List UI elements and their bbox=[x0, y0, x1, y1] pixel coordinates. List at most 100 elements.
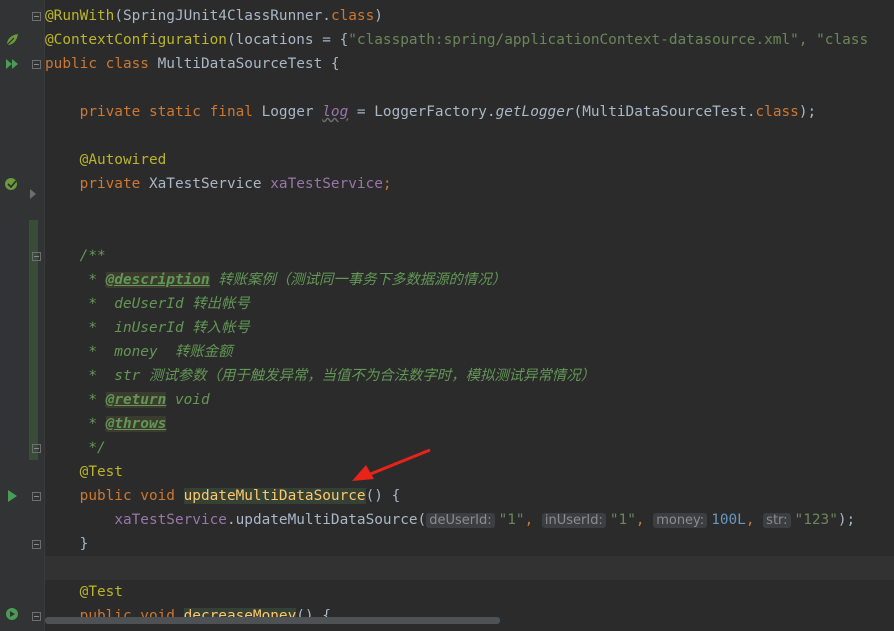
string-literal: "123" bbox=[794, 512, 838, 528]
end: ); bbox=[837, 512, 856, 528]
param: locations = bbox=[235, 32, 340, 48]
autowired-bean-icon[interactable] bbox=[4, 176, 20, 192]
code-line: } bbox=[45, 532, 894, 556]
doc-comment: */ bbox=[79, 440, 106, 456]
code-line: * money 转账金额 bbox=[45, 340, 894, 364]
semicolon: ; bbox=[382, 176, 392, 192]
code-line: public void updateMultiDataSource() { bbox=[45, 484, 894, 508]
code-line: xaTestService.updateMultiDataSource(deUs… bbox=[45, 508, 894, 532]
method-name[interactable]: updateMultiDataSource bbox=[183, 488, 366, 504]
brace: { bbox=[339, 32, 349, 48]
param-hint: str: bbox=[763, 513, 791, 528]
doc-comment: * bbox=[79, 272, 106, 288]
string-literal: , "class bbox=[798, 32, 869, 48]
code-line: * @throws bbox=[45, 412, 894, 436]
horizontal-scrollbar[interactable] bbox=[45, 617, 500, 624]
code-line: public void decreaseMoney() { bbox=[45, 604, 894, 628]
type: XaTestService bbox=[148, 176, 271, 192]
fold-icon[interactable] bbox=[32, 492, 41, 501]
run-test-icon[interactable] bbox=[4, 488, 20, 504]
annotation: @Test bbox=[79, 464, 123, 480]
doc-comment: * deUserId 转出帐号 bbox=[79, 296, 250, 312]
comma: , bbox=[524, 512, 542, 528]
args: (MultiDataSourceTest. bbox=[573, 104, 756, 120]
keyword: public bbox=[45, 56, 106, 72]
code-line: private static final Logger log = Logger… bbox=[45, 100, 894, 124]
code-line: * @return void bbox=[45, 388, 894, 412]
paren: ( bbox=[114, 8, 123, 24]
expand-arrow-icon[interactable] bbox=[28, 188, 38, 200]
code-line: @Test bbox=[45, 580, 894, 604]
param-hint: money: bbox=[653, 513, 708, 528]
code-line: @Test bbox=[45, 460, 894, 484]
dot: . bbox=[322, 8, 331, 24]
doc-comment: * inUserId 转入帐号 bbox=[79, 320, 250, 336]
run-test-debug-icon[interactable] bbox=[4, 606, 20, 622]
annotation: @Autowired bbox=[79, 152, 167, 168]
code-editor[interactable]: @RunWith(SpringJUnit4ClassRunner.class) … bbox=[45, 4, 894, 628]
doc-comment: void bbox=[166, 392, 210, 408]
keyword: private static final bbox=[79, 104, 262, 120]
type: Logger bbox=[261, 104, 323, 120]
fold-icon[interactable] bbox=[32, 60, 41, 69]
doc-tag: @throws bbox=[105, 416, 167, 432]
method-call: .updateMultiDataSource( bbox=[226, 512, 427, 528]
paren: ( bbox=[226, 32, 236, 48]
code-line: */ bbox=[45, 436, 894, 460]
string-literal: "classpath:spring/applicationContext-dat… bbox=[348, 32, 799, 48]
string-literal: "1" bbox=[609, 512, 636, 528]
keyword: class bbox=[105, 56, 158, 72]
comma: , bbox=[635, 512, 654, 528]
param-hint: inUserId: bbox=[541, 513, 606, 528]
keyword: public void bbox=[79, 488, 184, 504]
doc-tag: @return bbox=[105, 392, 167, 408]
method-rest: () { bbox=[365, 488, 401, 504]
run-class-icon[interactable] bbox=[4, 56, 20, 72]
string-literal: "1" bbox=[498, 512, 525, 528]
doc-comment: /** bbox=[79, 248, 106, 264]
code-line: @RunWith(SpringJUnit4ClassRunner.class) bbox=[45, 4, 894, 28]
red-arrow-icon bbox=[352, 448, 431, 481]
code-line: @Autowired bbox=[45, 148, 894, 172]
paren: ) bbox=[374, 8, 383, 24]
code-line: * inUserId 转入帐号 bbox=[45, 316, 894, 340]
method-call: getLogger bbox=[495, 104, 574, 120]
fold-icon[interactable] bbox=[32, 540, 41, 549]
spring-bean-icon[interactable] bbox=[4, 32, 20, 48]
doc-comment: * bbox=[79, 392, 106, 408]
annotation: @ContextConfiguration bbox=[45, 32, 227, 48]
fold-icon[interactable] bbox=[32, 252, 41, 261]
code-line: * @description 转账案例（测试同一事务下多数据源的情况） bbox=[45, 268, 894, 292]
code-line: public class MultiDataSourceTest { bbox=[45, 52, 894, 76]
code-line: * deUserId 转出帐号 bbox=[45, 292, 894, 316]
doc-comment: * bbox=[79, 416, 106, 432]
keyword: private bbox=[79, 176, 149, 192]
doc-comment: * money 转账金额 bbox=[79, 344, 233, 360]
static-field: log bbox=[322, 104, 349, 120]
doc-comment: * str 测试参数（用于触发异常，当值不为合法数字时，模拟测试异常情况） bbox=[79, 368, 596, 384]
annotation: @RunWith bbox=[45, 8, 115, 24]
end: ); bbox=[798, 104, 817, 120]
doc-tag: @description bbox=[105, 272, 210, 288]
field: xaTestService bbox=[114, 512, 227, 528]
comma: , bbox=[745, 512, 764, 528]
code-line: @ContextConfiguration(locations = {"clas… bbox=[45, 28, 894, 52]
class-ref: SpringJUnit4ClassRunner bbox=[122, 8, 323, 24]
keyword: class bbox=[330, 8, 375, 24]
number-literal: 100L bbox=[711, 512, 746, 528]
fold-icon[interactable] bbox=[32, 444, 41, 453]
fold-icon[interactable] bbox=[32, 612, 41, 621]
doc-comment: 转账案例（测试同一事务下多数据源的情况） bbox=[209, 272, 507, 288]
fold-icon[interactable] bbox=[32, 12, 41, 21]
code-line: * str 测试参数（用于触发异常，当值不为合法数字时，模拟测试异常情况） bbox=[45, 364, 894, 388]
code-line: /** bbox=[45, 244, 894, 268]
annotation: @Test bbox=[79, 584, 123, 600]
keyword: class bbox=[755, 104, 799, 120]
brace: } bbox=[79, 536, 89, 552]
class-name: MultiDataSourceTest { bbox=[157, 56, 340, 72]
